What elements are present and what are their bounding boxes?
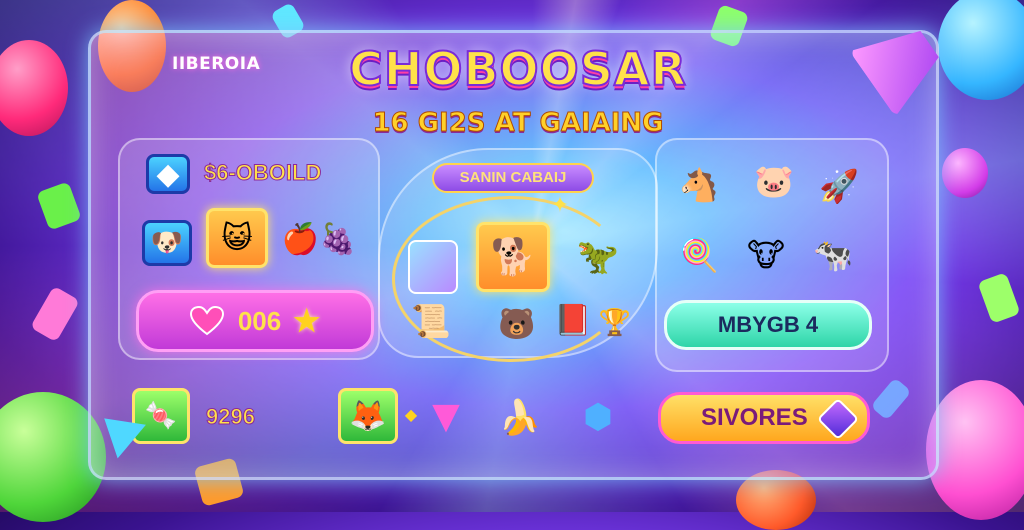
currency-stat: $6-OBOILD [203, 160, 322, 186]
cat-tile-icon[interactable]: 😺 [206, 208, 268, 268]
brand-label: IIBEROIA [172, 54, 261, 74]
heart-icon [189, 305, 224, 336]
star-icon: ★ [293, 304, 321, 338]
scores-label: SIVORES [701, 404, 808, 431]
rocket-icon: 🚀 [819, 167, 859, 205]
center-tag-button[interactable]: SANIN CABAIJ [432, 163, 594, 193]
hearts-value: 006 [237, 305, 282, 336]
scroll-icon: 📜 [411, 302, 451, 340]
sparkle-star-icon: ✦ [550, 193, 570, 218]
score-stat: 9296 [206, 404, 256, 430]
dog-level-tile[interactable]: 🐕 [476, 222, 550, 292]
small-gem-icon: ◆ [404, 405, 418, 424]
game-subtitle: 16 GI2S AT GAIAING [372, 108, 664, 139]
green-button-label: MBYGB [717, 312, 800, 337]
gem-icon [816, 397, 860, 441]
banana-icon: 🍌 [498, 398, 542, 438]
book-icon: 📕 [554, 303, 592, 338]
pig-icon: 🐷 [754, 162, 794, 200]
balloon-magenta-small [942, 148, 988, 198]
pink-diamond-icon: ▼ [432, 396, 460, 437]
trophy-icon: 🏆 [598, 308, 632, 338]
candy-tile-icon[interactable]: 🍬 [132, 388, 190, 444]
puppy-tile-icon[interactable]: 🐶 [142, 220, 192, 266]
game-title: CHOBOOSAR [348, 41, 687, 97]
blue-gem-icon: ⬢ [583, 397, 613, 437]
bear-icon: 🐻 [498, 307, 536, 342]
green-action-button[interactable]: MBYGB 4 [664, 300, 872, 350]
dino-icon: 🦖 [576, 237, 620, 277]
candy-cane-icon: 🍭 [679, 236, 719, 274]
scores-button[interactable]: SIVORES [658, 392, 870, 444]
green-button-count: 4 [805, 312, 819, 337]
fruit-basket-icon: 🍎🍇 [281, 222, 357, 257]
horse-icon: 🐴 [679, 166, 719, 204]
fox-tile-icon[interactable]: 🦊 [338, 388, 398, 444]
cow-icon-2: 🐄 [813, 236, 853, 274]
hearts-counter[interactable]: 006 ★ [136, 290, 374, 352]
gem-tile-icon[interactable]: ◆ [146, 154, 190, 194]
cow-icon-1: 🐮 [747, 236, 785, 274]
crystal-icon [408, 240, 458, 294]
